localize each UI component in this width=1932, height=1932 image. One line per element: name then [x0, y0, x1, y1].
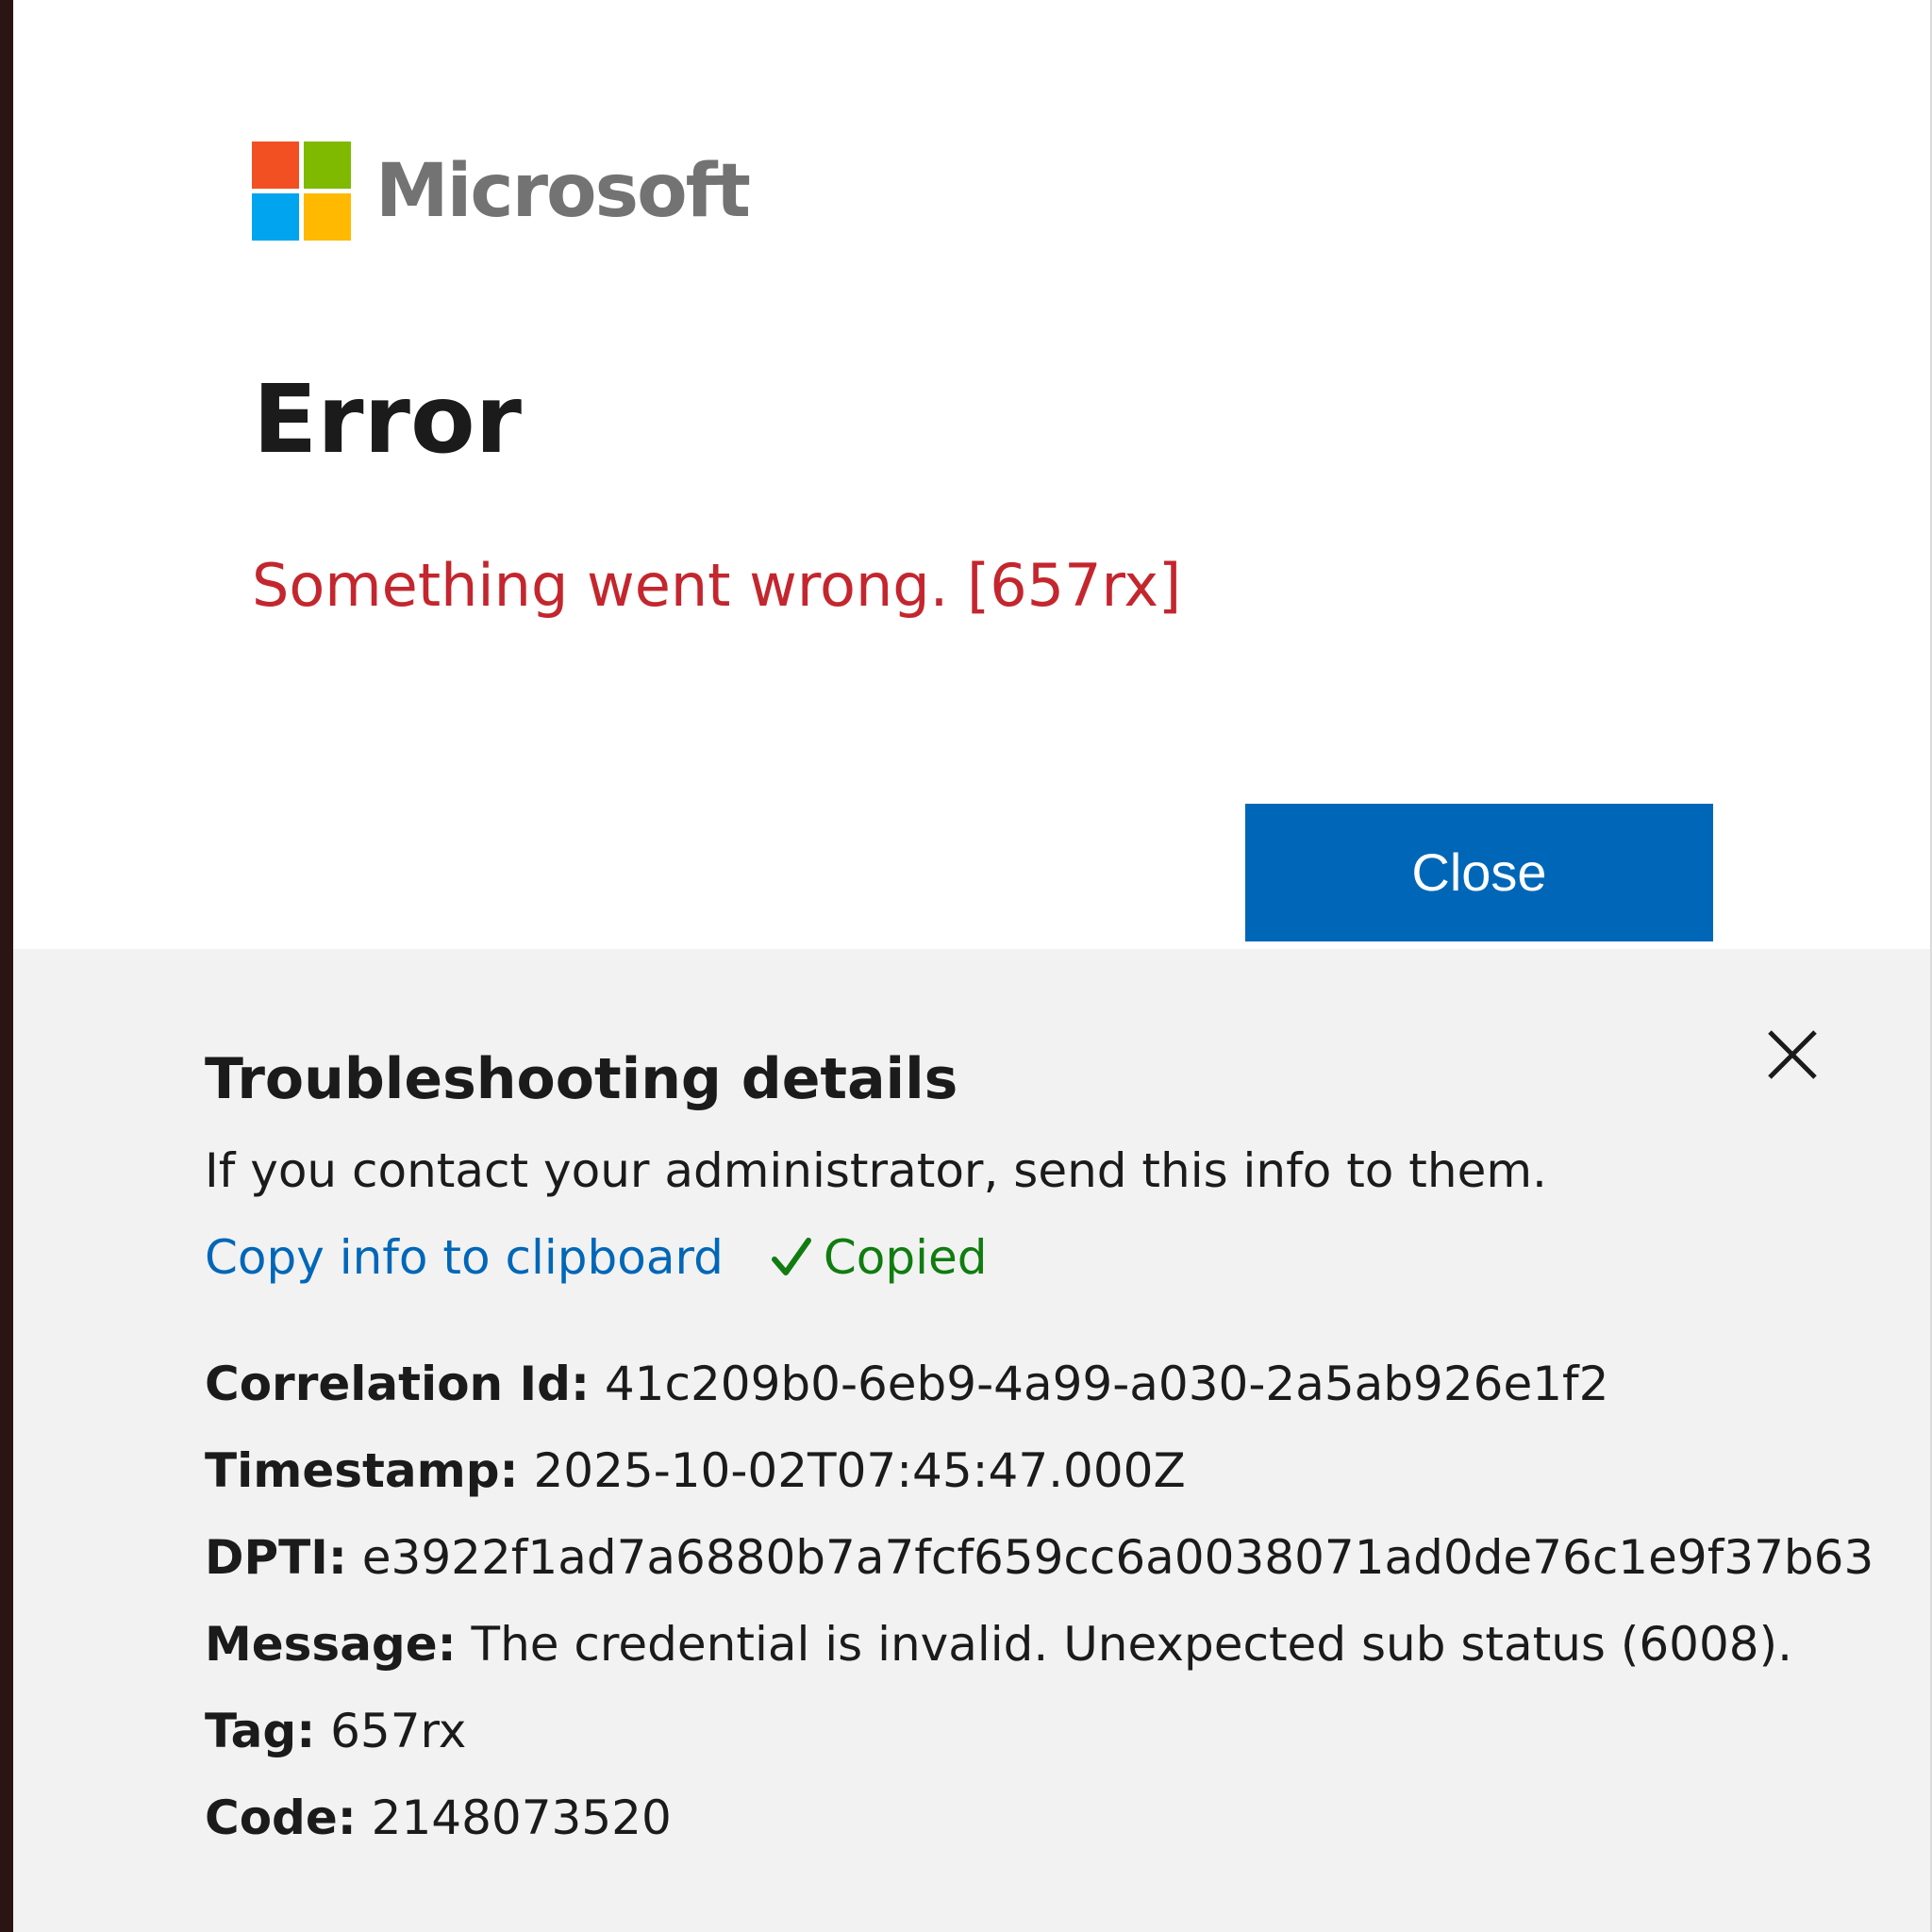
info-value: 2025-10-02T07:45:47.000Z: [533, 1443, 1186, 1498]
info-label: DPTI:: [205, 1530, 347, 1585]
copied-status: Copied: [769, 1234, 988, 1281]
logo-square-yellow: [304, 193, 351, 241]
error-message: Something went wrong. [657rx]: [252, 551, 1182, 620]
info-row-timestamp: Timestamp: 2025-10-02T07:45:47.000Z: [205, 1447, 1874, 1534]
info-row-correlation-id: Correlation Id: 41c209b0-6eb9-4a99-a030-…: [205, 1360, 1874, 1447]
copy-row: Copy info to clipboard Copied: [205, 1234, 988, 1281]
window-left-edge: [0, 0, 13, 1932]
brand-name: Microsoft: [375, 148, 751, 234]
check-icon: [771, 1238, 811, 1275]
dismiss-details-button[interactable]: [1764, 1026, 1821, 1083]
logo-square-red: [252, 142, 299, 189]
microsoft-logo-icon: [252, 142, 351, 241]
close-icon: [1768, 1030, 1817, 1079]
info-row-message: Message: The credential is invalid. Unex…: [205, 1621, 1874, 1707]
info-label: Tag:: [205, 1704, 316, 1758]
info-value: 2148073520: [371, 1790, 672, 1845]
info-label: Message:: [205, 1617, 457, 1672]
microsoft-logo: Microsoft: [252, 142, 751, 241]
troubleshooting-description: If you contact your administrator, send …: [205, 1143, 1547, 1198]
troubleshooting-title: Troubleshooting details: [205, 1046, 958, 1112]
error-dialog: Microsoft Error Something went wrong. [6…: [13, 0, 1930, 949]
info-label: Code:: [205, 1790, 357, 1845]
copy-info-link[interactable]: Copy info to clipboard: [205, 1234, 724, 1281]
troubleshooting-info-list: Correlation Id: 41c209b0-6eb9-4a99-a030-…: [205, 1360, 1874, 1881]
info-value: The credential is invalid. Unexpected su…: [471, 1617, 1793, 1672]
copied-label: Copied: [823, 1230, 988, 1285]
info-value: e3922f1ad7a6880b7a7fcf659cc6a0038071ad0d…: [361, 1530, 1874, 1585]
info-label: Correlation Id:: [205, 1357, 590, 1411]
info-row-code: Code: 2148073520: [205, 1794, 1874, 1881]
info-value: 41c209b0-6eb9-4a99-a030-2a5ab926e1f2: [604, 1357, 1609, 1411]
page-title: Error: [253, 364, 522, 475]
info-value: 657rx: [330, 1704, 467, 1758]
info-label: Timestamp:: [205, 1443, 519, 1498]
info-row-tag: Tag: 657rx: [205, 1707, 1874, 1794]
close-button[interactable]: Close: [1245, 804, 1713, 941]
troubleshooting-panel: Troubleshooting details If you contact y…: [13, 949, 1930, 1932]
logo-square-green: [304, 142, 351, 189]
logo-square-blue: [252, 193, 299, 241]
info-row-dpti: DPTI: e3922f1ad7a6880b7a7fcf659cc6a00380…: [205, 1534, 1874, 1621]
